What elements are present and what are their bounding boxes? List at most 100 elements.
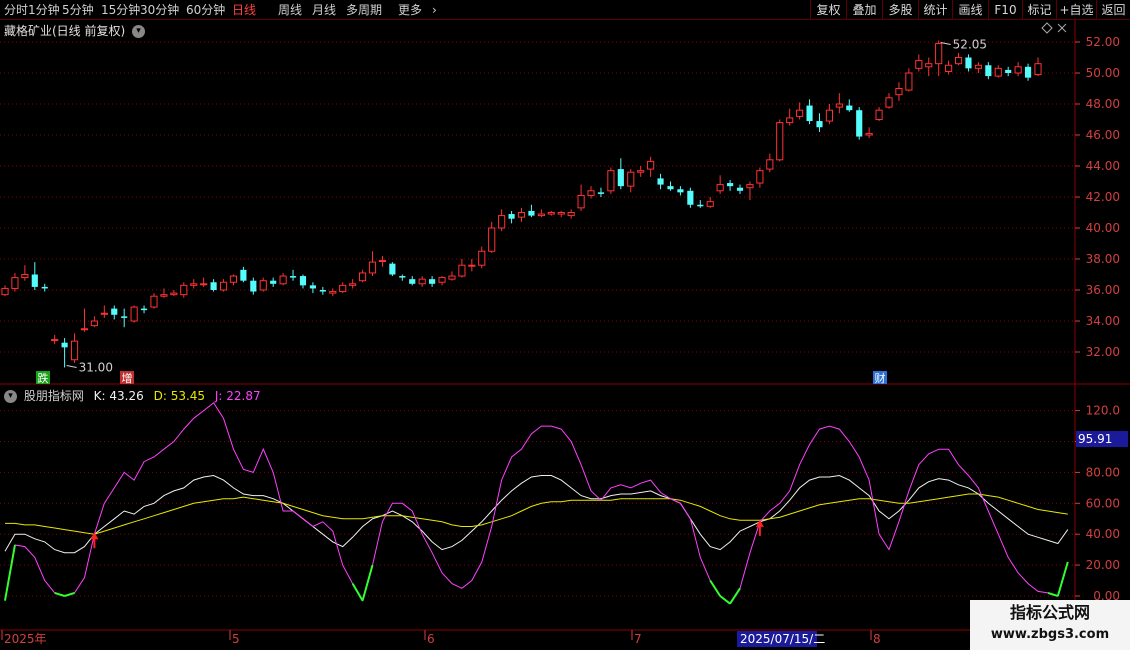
period-60min[interactable]: 60分钟 (186, 2, 225, 18)
add-watchlist-button[interactable]: +自选 (1056, 0, 1096, 20)
candle-body-up (895, 88, 903, 96)
stock-title: 藏格矿业(日线 前复权) (4, 24, 126, 38)
overlay-button[interactable]: 叠加 (846, 0, 882, 20)
candle-body-up (368, 261, 377, 274)
candle-body-up (478, 250, 486, 266)
price-tick-label: 50.00 (1086, 66, 1120, 80)
restore-rights-button[interactable]: 复权 (810, 0, 846, 20)
candle-body-down (697, 204, 704, 207)
candle-body-down (389, 263, 396, 275)
mark-button[interactable]: 标记 (1022, 0, 1056, 20)
period-15min[interactable]: 15分钟 (101, 2, 140, 18)
watermark-url: www.zbgs3.com (990, 627, 1110, 642)
candle-body-up (329, 291, 337, 294)
candle-body-down (657, 178, 664, 185)
candle-body-down (617, 169, 624, 187)
price-tick-label: 32.00 (1086, 345, 1120, 359)
candle-body-down (528, 210, 535, 216)
candle-body-down (1024, 66, 1032, 78)
candle-body-up (577, 194, 585, 209)
candle-body-up (418, 278, 426, 285)
time-axis-label: 6 (427, 632, 435, 646)
period-1min[interactable]: 1分钟 (28, 2, 60, 18)
candle-body-up (1, 287, 9, 296)
candle-body-up (349, 283, 357, 286)
candle-body-down (965, 57, 972, 69)
period-30min[interactable]: 30分钟 (140, 2, 179, 18)
indicator-tick-label: 60.00 (1086, 496, 1120, 510)
candle-body-down (816, 121, 823, 128)
back-button[interactable]: 返回 (1096, 0, 1130, 20)
candle-body-up (547, 212, 555, 215)
period-multi[interactable]: 多周期 (346, 2, 382, 18)
d-value: D: 53.45 (153, 389, 206, 403)
candle-body-up (954, 57, 963, 65)
k-value: K: 43.26 (93, 389, 144, 403)
candle-body-up (180, 284, 188, 296)
price-panel-title[interactable]: 藏格矿业(日线 前复权) ▾ (4, 22, 146, 39)
candle-body-down (429, 279, 436, 284)
candle-body-up (448, 275, 456, 280)
candle-body-up (130, 306, 138, 322)
candle-body-up (925, 63, 933, 68)
candle-body-down (240, 269, 247, 281)
candle-body-up (468, 264, 476, 267)
candle-body-down (270, 280, 277, 284)
period-more[interactable]: 更多 (398, 2, 422, 18)
candle-body-up (756, 170, 764, 184)
candle-body-down (667, 186, 674, 190)
candle-body-up (786, 117, 794, 124)
candle-body-down (61, 342, 68, 348)
candle-body-up (378, 260, 387, 263)
candle-body-up (279, 275, 287, 285)
candle-body-up (1034, 63, 1042, 76)
more-chevron-icon[interactable]: › (432, 2, 437, 18)
period-fenshi[interactable]: 分时 (4, 2, 28, 18)
candle-body-up (935, 43, 943, 65)
period-5min[interactable]: 5分钟 (62, 2, 94, 18)
candle-body-up (974, 64, 982, 69)
price-tick-label: 36.00 (1086, 283, 1120, 297)
candle-body-down (41, 286, 48, 289)
chart-background (0, 20, 1130, 650)
candle-body-up (1014, 66, 1022, 74)
candle-body-down (1005, 69, 1012, 73)
candle-body-up (11, 277, 19, 289)
candle-body-down (409, 279, 416, 284)
indicator-panel-title: ▾ 股朋指标网 K: 43.26 D: 53.45 J: 22.87 (4, 387, 261, 404)
candle-body-up (905, 72, 913, 91)
f10-button[interactable]: F10 (988, 0, 1022, 20)
period-toolbar: 分时 1分钟 5分钟 15分钟 30分钟 60分钟 日线 周线 月线 多周期 更多 › 复权 叠加 多股 统计… (0, 0, 1130, 20)
candle-body-up (190, 283, 198, 286)
candle-body-up (994, 67, 1002, 77)
candle-body-up (796, 109, 804, 117)
candle-body-up (885, 97, 893, 108)
j-value: J: 22.87 (214, 389, 261, 403)
period-week[interactable]: 周线 (278, 2, 302, 18)
candle-body-up (875, 109, 883, 120)
price-tick-label: 52.00 (1086, 35, 1120, 49)
candle-body-down (289, 276, 297, 278)
candle-body-up (835, 103, 843, 108)
indicator-tick-label: 20.00 (1086, 558, 1120, 572)
candle-body-up (706, 201, 714, 207)
statistics-button[interactable]: 统计 (918, 0, 952, 20)
candle-body-down (210, 282, 217, 290)
site-watermark: 指标公式网 www.zbgs3.com (970, 600, 1130, 650)
price-tick-label: 42.00 (1086, 190, 1120, 204)
title-dropdown-icon[interactable]: ▾ (132, 25, 146, 38)
period-month[interactable]: 月线 (312, 2, 336, 18)
watermark-title: 指标公式网 (1009, 603, 1090, 622)
candle-body-up (21, 274, 29, 279)
indicator-dropdown-icon[interactable]: ▾ (4, 390, 17, 403)
multi-stock-button[interactable]: 多股 (882, 0, 918, 20)
price-tick-label: 48.00 (1086, 97, 1120, 111)
candle-body-up (90, 320, 98, 327)
period-day[interactable]: 日线 (232, 2, 256, 18)
candle-body-up (517, 212, 526, 218)
candle-body-down (806, 105, 813, 122)
candle-body-down (727, 183, 734, 187)
draw-line-button[interactable]: 画线 (952, 0, 988, 20)
candle-body-down (121, 316, 128, 318)
indicator-tick-label: 80.00 (1086, 465, 1120, 479)
